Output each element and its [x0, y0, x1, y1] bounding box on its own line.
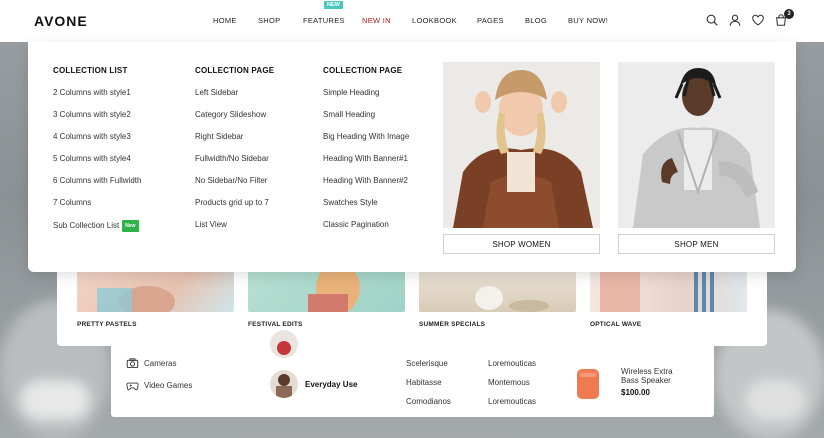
product-price: $100.00	[621, 388, 650, 397]
nav-new-in[interactable]: NEW IN	[362, 16, 391, 25]
menu-link[interactable]: 3 Columns with style2	[53, 110, 141, 132]
product-image-speaker[interactable]	[577, 369, 599, 399]
nav-buy-now[interactable]: BUY NOW!	[568, 16, 608, 25]
heart-icon[interactable]	[751, 13, 765, 27]
brand-link[interactable]: Loremouticas	[488, 359, 536, 368]
shop-women-button[interactable]: SHOP WOMEN	[443, 234, 600, 254]
menu-link-label[interactable]: Sub Collection List	[53, 221, 119, 230]
brand-link[interactable]: Montemous	[488, 378, 530, 387]
menu-link[interactable]: Big Heading With Image	[323, 132, 409, 154]
search-icon[interactable]	[705, 13, 719, 27]
nav-blog[interactable]: BLOG	[525, 16, 547, 25]
header-icons: 3	[705, 9, 794, 27]
menu-link[interactable]: 7 Columns	[53, 198, 141, 220]
main-nav: HOME SHOP FEATURES NEW NEW IN LOOKBOOK P…	[0, 0, 824, 42]
menu-link-sub-collection[interactable]: Sub Collection List New	[53, 220, 141, 242]
site-header: AVONE HOME SHOP FEATURES NEW NEW IN LOOK…	[0, 0, 824, 42]
user-icon[interactable]	[728, 13, 742, 27]
menu-column-title: COLLECTION PAGE	[195, 66, 275, 75]
brand-link[interactable]: Comodianos	[406, 397, 451, 406]
category-label[interactable]: OPTICAL WAVE	[590, 321, 641, 328]
menu-link[interactable]: Category Slideshow	[195, 110, 274, 132]
menu-link[interactable]: Simple Heading	[323, 88, 409, 110]
new-badge: New	[122, 220, 139, 232]
product-name[interactable]: Wireless Extra	[621, 367, 673, 376]
category-label[interactable]: SUMMER SPECIALS	[419, 321, 485, 328]
backdrop-shoe-left	[20, 380, 90, 420]
features-new-badge: NEW	[324, 1, 343, 9]
shop-men-button[interactable]: SHOP MEN	[618, 234, 775, 254]
menu-link[interactable]: No Sidebar/No Filter	[195, 176, 274, 198]
promo-men: SHOP MEN	[618, 62, 775, 254]
cart-count-badge: 3	[784, 9, 794, 19]
menu-link[interactable]: Left Sidebar	[195, 88, 274, 110]
side-link-cameras[interactable]: Cameras	[144, 359, 176, 368]
menu-link[interactable]: 6 Columns with Fullwidth	[53, 176, 141, 198]
side-link-video-games[interactable]: Video Games	[144, 381, 192, 390]
backdrop-shoe-right	[745, 380, 805, 420]
gamepad-icon	[126, 382, 139, 391]
product-name[interactable]: Bass Speaker	[621, 376, 671, 385]
megamenu: COLLECTION LIST 2 Columns with style1 3 …	[28, 42, 796, 272]
brand-link[interactable]: Habitasse	[406, 378, 442, 387]
brand-link[interactable]: Loremouticas	[488, 397, 536, 406]
menu-link[interactable]: 2 Columns with style1	[53, 88, 141, 110]
cart[interactable]: 3	[774, 9, 794, 27]
menu-column-title: COLLECTION LIST	[53, 66, 128, 75]
nav-lookbook[interactable]: LOOKBOOK	[412, 16, 457, 25]
nav-home[interactable]: HOME	[213, 16, 237, 25]
menu-link[interactable]: Products grid up to 7	[195, 198, 274, 220]
nav-features[interactable]: FEATURES	[303, 16, 345, 25]
featured-thumb-everyday[interactable]	[270, 370, 298, 398]
bottom-panel: Cameras Video Games Everyday Use Sceleri…	[111, 330, 714, 417]
menu-link[interactable]: Heading With Banner#2	[323, 176, 409, 198]
menu-link[interactable]: List View	[195, 220, 274, 242]
menu-link[interactable]: Small Heading	[323, 110, 409, 132]
menu-column-collection-page-headings: COLLECTION PAGE Simple Heading Small Hea…	[323, 66, 409, 242]
menu-link[interactable]: Swatches Style	[323, 198, 409, 220]
promo-image-men[interactable]	[618, 62, 775, 228]
promo-women: SHOP WOMEN	[443, 62, 600, 254]
camera-icon	[126, 358, 139, 369]
nav-shop[interactable]: SHOP	[258, 16, 280, 25]
menu-column-title: COLLECTION PAGE	[323, 66, 403, 75]
promo-image-women[interactable]	[443, 62, 600, 228]
menu-link[interactable]: Heading With Banner#1	[323, 154, 409, 176]
category-label[interactable]: PRETTY PASTELS	[77, 321, 137, 328]
featured-label[interactable]: Everyday Use	[305, 380, 357, 389]
menu-link[interactable]: 4 Columns with style3	[53, 132, 141, 154]
menu-column-collection-list: COLLECTION LIST 2 Columns with style1 3 …	[53, 66, 141, 242]
menu-link[interactable]: Classic Pagination	[323, 220, 409, 242]
menu-link[interactable]: Fullwidth/No Sidebar	[195, 154, 274, 176]
nav-pages[interactable]: PAGES	[477, 16, 504, 25]
brand-link[interactable]: Scelerisque	[406, 359, 448, 368]
category-label[interactable]: FESTIVAL EDITS	[248, 321, 303, 328]
menu-link[interactable]: 5 Columns with style4	[53, 154, 141, 176]
featured-thumb-top[interactable]	[270, 330, 298, 358]
menu-link[interactable]: Right Sidebar	[195, 132, 274, 154]
menu-column-collection-page: COLLECTION PAGE Left Sidebar Category Sl…	[195, 66, 274, 242]
